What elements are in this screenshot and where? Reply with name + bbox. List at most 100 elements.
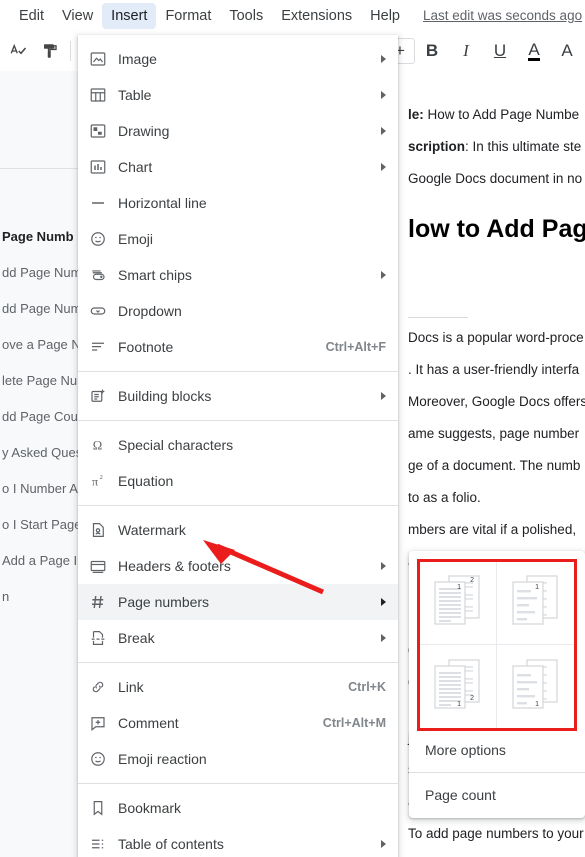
page-count-item[interactable]: Page count — [409, 776, 585, 814]
menu-item-special-characters[interactable]: Ω Special characters — [78, 427, 398, 463]
more-options-item[interactable]: More options — [409, 731, 585, 769]
document-paragraph: ge of a document. The numb — [408, 458, 581, 473]
menu-item-label: Emoji reaction — [118, 751, 207, 767]
menu-item-footnote[interactable]: Footnote Ctrl+Alt+F — [78, 329, 398, 365]
document-outline-pane[interactable]: Page Numb dd Page Num dd Page Num ove a Pag… — [0, 71, 78, 857]
menu-item-smart-chips[interactable]: Smart chips — [78, 257, 398, 293]
document-heading: low to Add Pag — [408, 215, 585, 243]
document-paragraph: ame suggests, page number — [408, 426, 580, 441]
document-heading: [U — [408, 270, 585, 303]
menu-item-table-of-contents[interactable]: Table of contents — [78, 826, 398, 857]
submenu-divider — [409, 772, 585, 773]
document-paragraph: to as a folio. — [408, 490, 481, 505]
menu-item-drawing[interactable]: Drawing — [78, 113, 398, 149]
menu-format[interactable]: Format — [156, 3, 220, 29]
last-edit-status[interactable]: Last edit was seconds ago — [423, 8, 582, 23]
menu-item-watermark[interactable]: Watermark — [78, 512, 398, 548]
menu-item-emoji[interactable]: Emoji — [78, 221, 398, 257]
menu-item-building-blocks[interactable]: Building blocks — [78, 378, 398, 414]
menu-item-label: Link — [118, 679, 144, 695]
menu-item-page-numbers[interactable]: Page numbers — [78, 584, 398, 620]
menu-item-shortcut: Ctrl+K — [348, 680, 386, 694]
outline-item[interactable]: y Asked Ques — [0, 435, 78, 471]
highlight-color-button[interactable]: A — [551, 36, 585, 66]
link-icon — [78, 678, 118, 696]
menu-item-link[interactable]: Link Ctrl+K — [78, 669, 398, 705]
menu-item-label: Table of contents — [118, 836, 224, 852]
menu-edit[interactable]: Edit — [10, 3, 53, 29]
app-root: Page Numb dd Page Num dd Page Num ove a Pag… — [0, 0, 585, 857]
break-icon — [78, 629, 118, 647]
menu-item-label: Building blocks — [118, 388, 212, 404]
page-number-option-top-right-skip-first[interactable]: 1 — [497, 562, 574, 645]
outline-item[interactable]: dd Page Coun — [0, 399, 78, 435]
omega-icon: Ω — [78, 436, 118, 454]
outline-item[interactable]: lete Page Nu — [0, 363, 78, 399]
menu-separator — [78, 662, 398, 663]
menu-item-table[interactable]: Table — [78, 77, 398, 113]
page-number-option-bottom-right-all-pages[interactable]: 21 — [420, 645, 497, 728]
page-number-position-grid[interactable]: 211211 — [417, 559, 577, 731]
watermark-icon — [78, 521, 118, 539]
headers-footers-icon — [78, 557, 118, 575]
outline-item[interactable]: n — [0, 579, 78, 615]
outline-item[interactable]: o I Start Page — [0, 507, 78, 543]
menu-item-label: Bookmark — [118, 800, 182, 816]
chevron-right-icon — [381, 127, 386, 135]
outline-item[interactable]: Add a Page I — [0, 543, 78, 579]
menu-item-bookmark[interactable]: Bookmark — [78, 790, 398, 826]
chevron-right-icon — [381, 598, 386, 606]
page-numbers-submenu[interactable]: 211211 More options Page count — [409, 551, 585, 818]
menu-item-label: Table — [118, 87, 152, 103]
menu-help[interactable]: Help — [361, 3, 409, 29]
bookmark-icon — [78, 799, 118, 817]
page-number-option-bottom-right-skip-first[interactable]: 1 — [497, 645, 574, 728]
bold-button[interactable]: B — [415, 36, 449, 66]
menu-item-shortcut: Ctrl+Alt+M — [322, 716, 386, 730]
menu-separator — [78, 371, 398, 372]
menu-item-dropdown[interactable]: Dropdown — [78, 293, 398, 329]
menu-insert[interactable]: Insert — [102, 2, 157, 29]
menu-item-label: Equation — [118, 473, 174, 489]
text-color-label: A — [528, 39, 540, 61]
menu-item-equation[interactable]: π 2 Equation — [78, 463, 398, 499]
paint-format-icon[interactable] — [36, 37, 64, 65]
menu-extensions[interactable]: Extensions — [272, 3, 361, 29]
document-text-run: How to Add Page Numbe — [423, 107, 580, 122]
table-icon — [78, 86, 118, 104]
italic-button[interactable]: I — [449, 36, 483, 66]
spelling-check-icon[interactable] — [4, 37, 32, 65]
menu-tools[interactable]: Tools — [220, 3, 272, 29]
menu-item-label: Emoji — [118, 231, 154, 247]
outline-item[interactable]: dd Page Num — [0, 291, 78, 327]
insert-menu[interactable]: Image Table Drawing Chart Horizontal line Emo… — [78, 35, 398, 857]
menu-item-horizontal-line[interactable]: Horizontal line — [78, 185, 398, 221]
menu-item-chart[interactable]: Chart — [78, 149, 398, 185]
outline-item[interactable]: ove a Page N — [0, 327, 78, 363]
menu-view[interactable]: View — [53, 3, 102, 29]
document-rule — [408, 317, 468, 318]
menu-item-headers-footers[interactable]: Headers & footers — [78, 548, 398, 584]
drawing-icon — [78, 122, 118, 140]
page-number-option-top-right-all-pages[interactable]: 21 — [420, 562, 497, 645]
menu-item-emoji-reaction[interactable]: Emoji reaction — [78, 741, 398, 777]
underline-button[interactable]: U — [483, 36, 517, 66]
menu-item-label: Comment — [118, 715, 179, 731]
svg-text:2: 2 — [470, 695, 474, 702]
menu-item-label: Horizontal line — [118, 195, 207, 211]
document-paragraph: Docs is a popular word-proce — [408, 330, 584, 345]
menu-item-comment[interactable]: Comment Ctrl+Alt+M — [78, 705, 398, 741]
outline-item[interactable]: Page Numb — [0, 219, 78, 255]
chevron-right-icon — [381, 271, 386, 279]
outline-item[interactable]: dd Page Num — [0, 255, 78, 291]
text-color-button[interactable]: A — [517, 36, 551, 66]
menu-item-break[interactable]: Break — [78, 620, 398, 656]
footnote-icon — [78, 338, 118, 356]
outline-item[interactable]: o I Number Al — [0, 471, 78, 507]
menu-item-image[interactable]: Image — [78, 41, 398, 77]
horizontal-line-icon — [78, 194, 118, 212]
document-paragraph: To add page numbers to your Google — [408, 826, 585, 841]
table-of-contents-icon — [78, 835, 118, 853]
svg-text:2: 2 — [100, 474, 103, 481]
document-paragraph: . It has a user-friendly interfa — [408, 362, 580, 377]
